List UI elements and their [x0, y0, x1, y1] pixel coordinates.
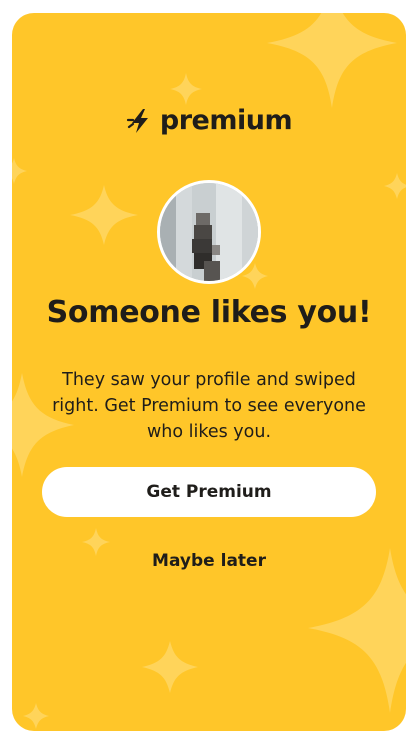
- description-text: They saw your profile and swiped right. …: [52, 370, 366, 442]
- sparkle-icon: [308, 548, 406, 713]
- sparkle-icon: [170, 73, 202, 105]
- sparkle-icon: [267, 13, 397, 108]
- maybe-later-button[interactable]: Maybe later: [109, 545, 309, 577]
- get-premium-button[interactable]: Get Premium: [42, 467, 376, 517]
- blurred-profile-photo: [160, 183, 258, 281]
- sparkle-icon: [70, 185, 138, 245]
- avatar: [157, 180, 261, 284]
- lightning-bolt-icon: [126, 108, 148, 133]
- sparkle-icon: [384, 173, 406, 199]
- page-title: Someone likes you!: [46, 295, 372, 330]
- sparkle-icon: [23, 703, 49, 729]
- premium-brand: premium: [12, 105, 406, 136]
- sparkle-icon: [142, 641, 198, 693]
- premium-upsell-card: premium Someone likes you! They saw your…: [12, 13, 406, 731]
- brand-name: premium: [159, 105, 293, 136]
- sparkle-icon: [82, 528, 110, 556]
- sparkle-icon: [12, 158, 27, 184]
